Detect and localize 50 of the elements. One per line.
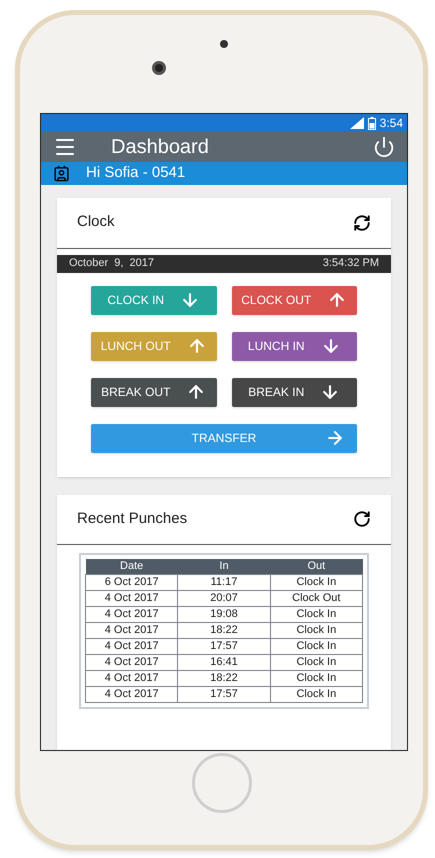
table-cell: Clock In	[270, 622, 362, 638]
camera-icon	[152, 61, 166, 75]
table-cell: Clock In	[270, 638, 362, 654]
table-cell: Clock In	[270, 686, 362, 702]
app-title: Dashboard	[111, 135, 210, 160]
table-cell: 6 Oct 2017	[86, 574, 178, 590]
punch-button[interactable]: BREAK IN	[232, 378, 357, 406]
column-header: Date	[86, 558, 178, 574]
column-header: In	[178, 558, 270, 574]
table-cell: 17:57	[178, 686, 270, 702]
table-cell: 11:17	[178, 574, 270, 590]
status-time: 3:54	[380, 115, 403, 132]
refresh-icon[interactable]	[353, 510, 371, 528]
table-cell: Clock In	[270, 606, 362, 622]
table-cell: 18:22	[178, 622, 270, 638]
greeting-text: Hi Sofia - 0541	[86, 163, 186, 183]
signal-icon	[350, 117, 364, 129]
current-date: October 9, 2017	[69, 256, 154, 272]
punch-button[interactable]: CLOCK OUT	[232, 286, 357, 314]
speaker-icon	[220, 40, 228, 48]
punch-button[interactable]: LUNCH IN	[232, 332, 357, 360]
table-cell: 4 Oct 2017	[86, 670, 178, 686]
table-cell: 4 Oct 2017	[86, 686, 178, 702]
table-cell: 20:07	[178, 590, 270, 606]
power-icon[interactable]	[373, 136, 395, 158]
table-cell: 4 Oct 2017	[86, 590, 178, 606]
card-title: Recent Punches	[77, 508, 188, 529]
table-cell: 4 Oct 2017	[86, 606, 178, 622]
table-cell: 4 Oct 2017	[86, 654, 178, 670]
punch-button[interactable]: LUNCH OUT	[91, 332, 216, 360]
current-time: 3:54:32 PM	[322, 256, 379, 272]
card-title: Clock	[77, 212, 115, 232]
table-cell: 4 Oct 2017	[86, 638, 178, 654]
column-header: Out	[270, 558, 362, 574]
table-cell: Clock In	[270, 574, 362, 590]
right-arrow-icon	[325, 428, 345, 448]
table-cell: 4 Oct 2017	[86, 622, 178, 638]
punch-button[interactable]: CLOCK IN	[91, 286, 216, 314]
punch-button[interactable]: BREAK OUT	[91, 378, 216, 406]
contact-card-icon	[53, 164, 70, 182]
table-cell: 18:22	[178, 670, 270, 686]
table-cell: Clock In	[270, 654, 362, 670]
table-cell: Clock Out	[270, 590, 362, 606]
battery-icon	[368, 116, 376, 130]
table-cell: 19:08	[178, 606, 270, 622]
table-cell: Clock In	[270, 670, 362, 686]
table-cell: 16:41	[178, 654, 270, 670]
transfer-button[interactable]: TRANSFER	[91, 424, 357, 452]
table-cell: 17:57	[178, 638, 270, 654]
sync-icon[interactable]	[353, 214, 371, 232]
